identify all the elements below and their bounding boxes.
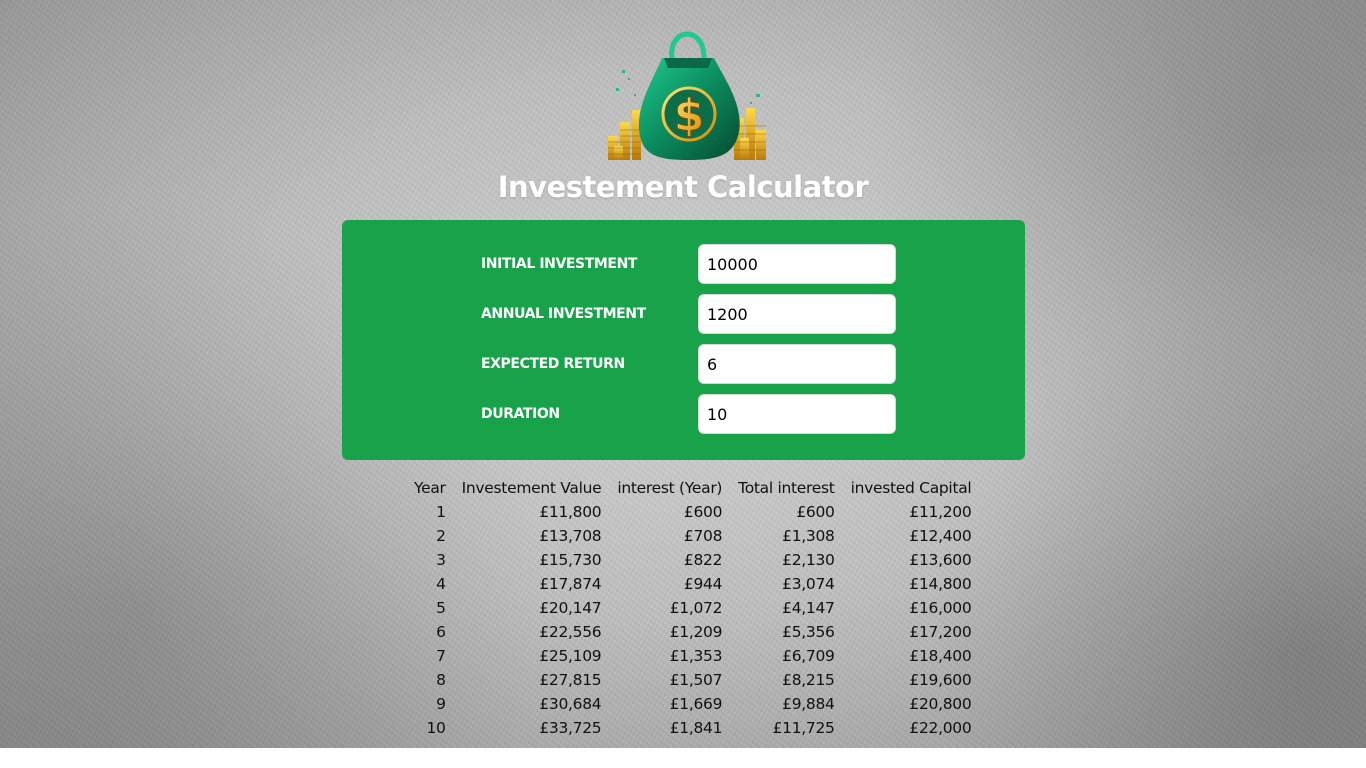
cell-total-interest: £1,308 bbox=[782, 527, 835, 545]
cell-investment-value: £30,684 bbox=[539, 695, 602, 713]
cell-invested-capital: £19,600 bbox=[909, 671, 972, 689]
cell-year: 1 bbox=[436, 503, 446, 521]
cell-invested-capital: £16,000 bbox=[909, 599, 972, 617]
cell-investment-value: £13,708 bbox=[539, 527, 602, 545]
cell-invested-capital: £12,400 bbox=[909, 527, 972, 545]
svg-text:$: $ bbox=[674, 90, 705, 141]
cell-investment-value: £27,815 bbox=[539, 671, 602, 689]
annual-investment-input[interactable] bbox=[698, 294, 896, 334]
cell-investment-value: £22,556 bbox=[539, 623, 602, 641]
cell-investment-value: £17,874 bbox=[539, 575, 602, 593]
cell-year: 8 bbox=[436, 671, 446, 689]
results-table: Year Investement Value interest (Year) T… bbox=[405, 476, 972, 740]
cell-investment-value: £20,147 bbox=[539, 599, 602, 617]
cell-invested-capital: £13,600 bbox=[909, 551, 972, 569]
cell-year: 9 bbox=[436, 695, 446, 713]
cell-interest-year: £1,209 bbox=[669, 623, 723, 641]
cell-total-interest: £6,709 bbox=[782, 647, 835, 665]
table-row: 3 £15,730 £822 £2,130 £13,600 bbox=[405, 548, 972, 572]
input-panel: INITIAL INVESTMENT ANNUAL INVESTMENT EXP… bbox=[342, 220, 1025, 460]
cell-interest-year: £944 bbox=[683, 575, 723, 593]
cell-total-interest: £8,215 bbox=[782, 671, 835, 689]
table-row: 1 £11,800 £600 £600 £11,200 bbox=[405, 500, 972, 524]
initial-investment-row: INITIAL INVESTMENT bbox=[481, 244, 901, 286]
table-row: 2 £13,708 £708 £1,308 £12,400 bbox=[405, 524, 972, 548]
header-investment-value: Investement Value bbox=[461, 479, 602, 497]
cell-investment-value: £15,730 bbox=[539, 551, 602, 569]
cell-total-interest: £600 bbox=[796, 503, 835, 521]
cell-invested-capital: £11,200 bbox=[909, 503, 972, 521]
cell-total-interest: £9,884 bbox=[782, 695, 835, 713]
cell-investment-value: £25,109 bbox=[539, 647, 602, 665]
table-row: 6 £22,556 £1,209 £5,356 £17,200 bbox=[405, 620, 972, 644]
table-row: 9 £30,684 £1,669 £9,884 £20,800 bbox=[405, 692, 972, 716]
cell-year: 2 bbox=[436, 527, 446, 545]
annual-investment-row: ANNUAL INVESTMENT bbox=[481, 294, 901, 336]
table-row: 5 £20,147 £1,072 £4,147 £16,000 bbox=[405, 596, 972, 620]
initial-investment-label: INITIAL INVESTMENT bbox=[481, 256, 638, 272]
header-interest-year: interest (Year) bbox=[617, 479, 723, 497]
page-title: Investement Calculator bbox=[497, 170, 869, 204]
cell-invested-capital: £18,400 bbox=[909, 647, 972, 665]
table-row: 10 £33,725 £1,841 £11,725 £22,000 bbox=[405, 716, 972, 740]
duration-row: DURATION bbox=[481, 394, 901, 436]
expected-return-label: EXPECTED RETURN bbox=[481, 356, 625, 372]
cell-interest-year: £1,072 bbox=[669, 599, 723, 617]
cell-investment-value: £11,800 bbox=[539, 503, 602, 521]
cell-invested-capital: £20,800 bbox=[909, 695, 972, 713]
initial-investment-input[interactable] bbox=[698, 244, 896, 284]
cell-total-interest: £11,725 bbox=[772, 719, 835, 737]
annual-investment-label: ANNUAL INVESTMENT bbox=[481, 306, 646, 322]
cell-interest-year: £600 bbox=[683, 503, 723, 521]
cell-interest-year: £1,353 bbox=[669, 647, 723, 665]
cell-year: 3 bbox=[436, 551, 446, 569]
bottom-strip bbox=[0, 748, 1366, 768]
header-year: Year bbox=[414, 479, 446, 497]
cell-year: 5 bbox=[436, 599, 446, 617]
money-bag-dollar-icon: $ bbox=[606, 18, 770, 162]
table-row: 7 £25,109 £1,353 £6,709 £18,400 bbox=[405, 644, 972, 668]
expected-return-row: EXPECTED RETURN bbox=[481, 344, 901, 386]
table-row: 4 £17,874 £944 £3,074 £14,800 bbox=[405, 572, 972, 596]
cell-investment-value: £33,725 bbox=[539, 719, 602, 737]
duration-input[interactable] bbox=[698, 394, 896, 434]
table-row: 8 £27,815 £1,507 £8,215 £19,600 bbox=[405, 668, 972, 692]
cell-year: 10 bbox=[426, 719, 446, 737]
cell-interest-year: £708 bbox=[683, 527, 723, 545]
page: $ Investement Calculator INITIAL INVESTM… bbox=[0, 0, 1366, 748]
table-header-row: Year Investement Value interest (Year) T… bbox=[405, 476, 972, 500]
cell-year: 6 bbox=[436, 623, 446, 641]
cell-year: 7 bbox=[436, 647, 446, 665]
header-invested-capital: invested Capital bbox=[850, 479, 972, 497]
cell-interest-year: £1,669 bbox=[669, 695, 723, 713]
cell-invested-capital: £22,000 bbox=[909, 719, 972, 737]
cell-interest-year: £822 bbox=[683, 551, 723, 569]
cell-total-interest: £5,356 bbox=[782, 623, 835, 641]
duration-label: DURATION bbox=[481, 406, 560, 422]
cell-total-interest: £3,074 bbox=[782, 575, 835, 593]
cell-interest-year: £1,507 bbox=[669, 671, 723, 689]
cell-interest-year: £1,841 bbox=[669, 719, 723, 737]
expected-return-input[interactable] bbox=[698, 344, 896, 384]
header-total-interest: Total interest bbox=[738, 479, 835, 497]
cell-total-interest: £4,147 bbox=[782, 599, 835, 617]
cell-invested-capital: £14,800 bbox=[909, 575, 972, 593]
cell-year: 4 bbox=[436, 575, 446, 593]
cell-invested-capital: £17,200 bbox=[909, 623, 972, 641]
cell-total-interest: £2,130 bbox=[782, 551, 835, 569]
